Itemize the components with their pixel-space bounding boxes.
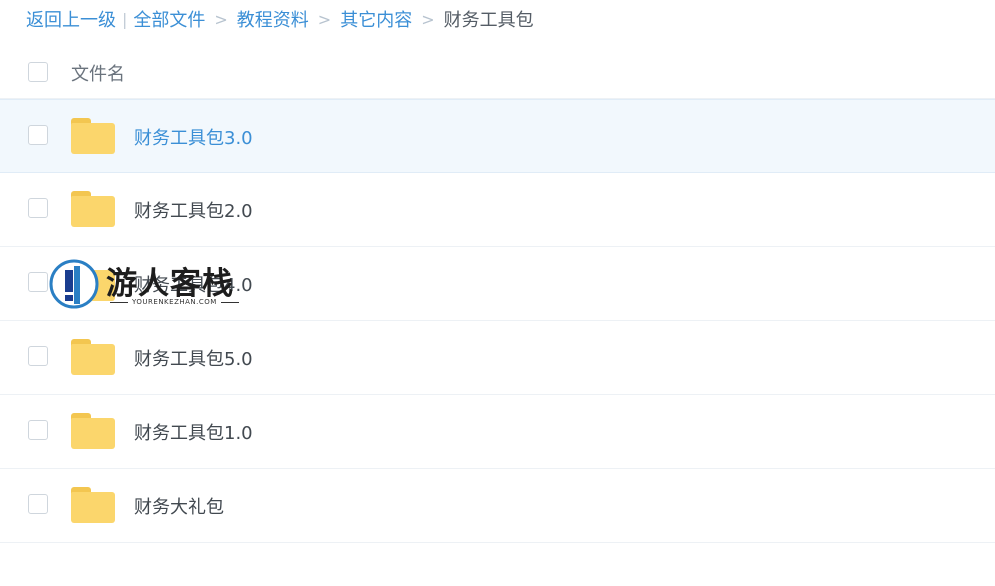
select-all-checkbox[interactable] [28,62,48,82]
folder-icon [71,265,115,301]
breadcrumb-item-other[interactable]: 其它内容 [340,6,412,32]
row-checkbox[interactable] [28,272,48,292]
breadcrumb-separator: > [421,9,435,29]
column-header-filename[interactable]: 文件名 [71,60,125,86]
back-link[interactable]: 返回上一级 [26,6,116,32]
row-checkbox[interactable] [28,125,48,145]
file-row[interactable]: 财务工具包3.0 [0,99,995,173]
breadcrumb-current: 财务工具包 [443,10,534,31]
row-checkbox[interactable] [28,198,48,218]
file-name[interactable]: 财务工具包2.0 [134,197,253,223]
row-checkbox[interactable] [28,494,48,514]
file-name[interactable]: 财务工具包5.0 [134,345,253,371]
folder-icon [71,487,115,523]
file-row[interactable]: 财务工具包5.0 [0,321,995,395]
breadcrumb-separator: > [317,9,332,29]
file-row[interactable]: 财务工具包2.0 [0,173,995,247]
list-header: 文件名 [0,48,995,99]
file-row[interactable]: 财务工具包1.0 [0,395,995,469]
breadcrumb-item-tutorials[interactable]: 教程资料 [237,6,309,32]
file-list: 财务工具包3.0 财务工具包2.0 财务工具包4.0 财务工具包5.0 财务工具… [0,99,995,543]
file-name[interactable]: 财务工具包3.0 [134,124,253,150]
breadcrumb: 返回上一级 | 全部文件 > 教程资料 > 其它内容 > 财务工具包 [26,4,534,34]
folder-icon [71,413,115,449]
breadcrumb-bar-separator: | [122,9,128,29]
file-name[interactable]: 财务工具包4.0 [134,271,253,297]
folder-icon [71,118,115,154]
file-row[interactable]: 财务工具包4.0 [0,247,995,321]
folder-icon [71,191,115,227]
file-name[interactable]: 财务工具包1.0 [134,419,253,445]
row-checkbox[interactable] [28,420,48,440]
file-browser: 返回上一级 | 全部文件 > 教程资料 > 其它内容 > 财务工具包 文件名 财… [0,0,995,586]
file-name[interactable]: 财务大礼包 [134,493,224,519]
row-checkbox[interactable] [28,346,48,366]
breadcrumb-separator: > [214,9,228,29]
folder-icon [71,339,115,375]
breadcrumb-item-all-files[interactable]: 全部文件 [133,6,205,32]
file-row[interactable]: 财务大礼包 [0,469,995,543]
